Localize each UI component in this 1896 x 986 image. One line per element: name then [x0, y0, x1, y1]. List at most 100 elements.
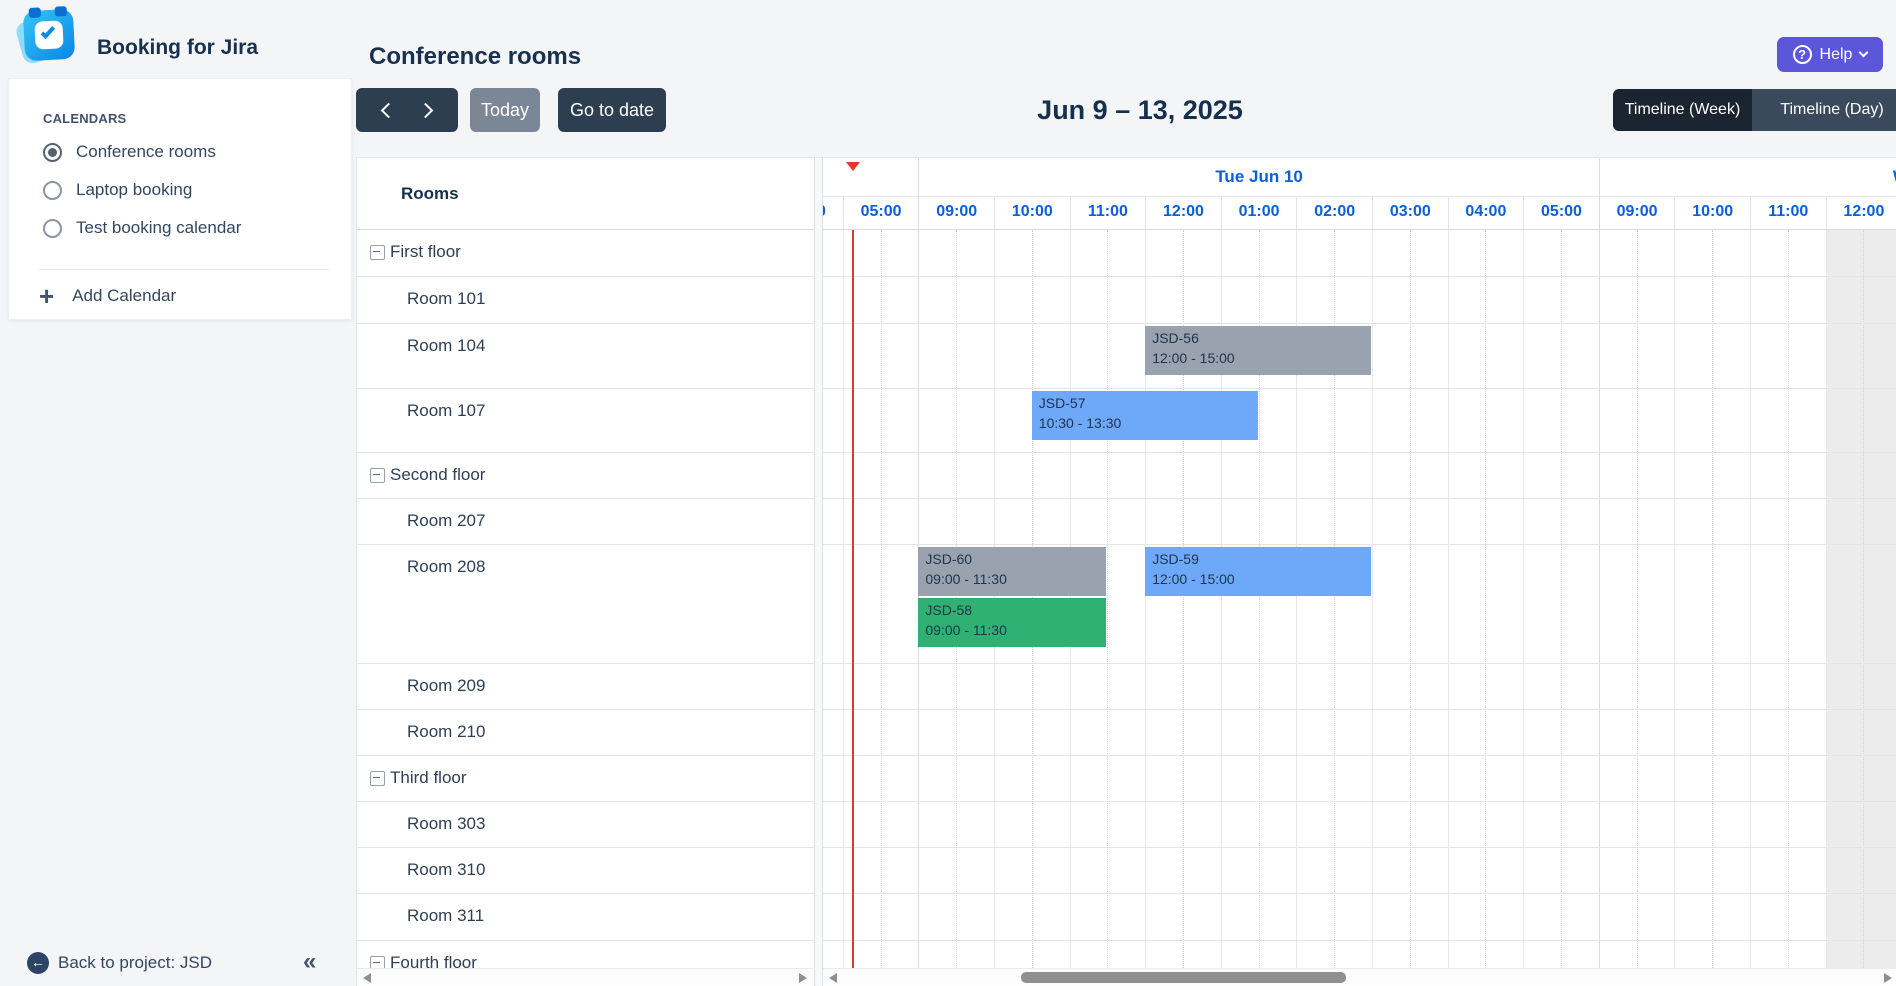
event-time: 12:00 - 15:00	[1152, 571, 1235, 587]
hour-label: 09:00	[919, 203, 994, 221]
room-row-room-101[interactable]: Room 101	[357, 277, 814, 324]
timeline-row-room-104[interactable]: JSD-5612:00 - 15:00	[823, 324, 1896, 389]
timeline-row-second-floor[interactable]	[823, 453, 1896, 499]
timeline-row-room-107[interactable]: JSD-5710:30 - 13:30	[823, 389, 1896, 453]
hour-header-cell: 09:00	[918, 196, 994, 230]
event-jsd-58[interactable]: JSD-5809:00 - 11:30	[918, 598, 1106, 647]
collapse-group-icon[interactable]	[370, 771, 385, 786]
hour-label: 11:00	[1071, 203, 1146, 221]
timeline-row-room-101[interactable]	[823, 277, 1896, 324]
event-jsd-57[interactable]: JSD-5710:30 - 13:30	[1032, 391, 1258, 440]
sidebar-divider	[39, 269, 329, 270]
event-id: JSD-60	[925, 550, 1099, 570]
room-row-room-210[interactable]: Room 210	[357, 710, 814, 756]
today-button[interactable]: Today	[470, 88, 540, 132]
scroll-left-icon[interactable]	[829, 973, 837, 983]
group-row-first-floor[interactable]: First floor	[357, 230, 814, 277]
room-label: Room 209	[407, 676, 485, 696]
hour-header-cell: 11:00	[1070, 196, 1146, 230]
calendar-list: Conference rooms Laptop booking Test booki…	[9, 133, 351, 247]
view-button-week[interactable]: Timeline (Week)	[1613, 89, 1752, 131]
go-to-date-button[interactable]: Go to date	[558, 88, 666, 132]
calendar-option-1[interactable]: Laptop booking	[9, 171, 351, 209]
timeline-row-room-210[interactable]	[823, 710, 1896, 756]
timeline-calendar: Rooms First floor Room 101 Room 104 Room 10…	[356, 157, 1896, 986]
hour-label: 05:00	[1524, 203, 1599, 221]
back-to-project-link[interactable]: Back to project: JSD	[58, 953, 212, 973]
plus-icon: +	[39, 286, 54, 306]
radio-icon[interactable]	[43, 143, 62, 162]
room-row-room-107[interactable]: Room 107	[357, 389, 814, 453]
collapse-group-icon[interactable]	[370, 245, 385, 260]
room-row-room-303[interactable]: Room 303	[357, 802, 814, 848]
next-button[interactable]	[418, 102, 434, 118]
radio-icon[interactable]	[43, 181, 62, 200]
event-id: JSD-58	[925, 601, 1099, 621]
room-row-room-104[interactable]: Room 104	[357, 324, 814, 389]
hour-header-cell: 12:00	[1826, 196, 1896, 230]
room-row-room-208[interactable]: Room 208	[357, 545, 814, 664]
event-jsd-60[interactable]: JSD-6009:00 - 11:30	[918, 547, 1106, 596]
app-logo-icon	[22, 8, 76, 62]
back-arrow-icon[interactable]: ←	[27, 952, 49, 974]
hour-header-cell: 10:00	[1674, 196, 1750, 230]
hour-label: 02:00	[1297, 203, 1372, 221]
timeline-horizontal-scrollbar[interactable]	[823, 968, 1896, 985]
calendar-option-2[interactable]: Test booking calendar	[9, 209, 351, 247]
rooms-panel: Rooms First floor Room 101 Room 104 Room 10…	[357, 158, 814, 986]
scroll-right-icon[interactable]	[1884, 973, 1892, 983]
timeline-row-third-floor[interactable]	[823, 756, 1896, 802]
group-row-third-floor[interactable]: Third floor	[357, 756, 814, 802]
event-time: 10:30 - 13:30	[1039, 415, 1122, 431]
timeline-row-room-207[interactable]	[823, 499, 1896, 545]
room-row-room-207[interactable]: Room 207	[357, 499, 814, 545]
prev-button[interactable]	[381, 102, 397, 118]
event-jsd-59[interactable]: JSD-5912:00 - 15:00	[1145, 547, 1371, 596]
timeline-row-room-209[interactable]	[823, 664, 1896, 710]
room-row-room-311[interactable]: Room 311	[357, 894, 814, 941]
event-jsd-56[interactable]: JSD-5612:00 - 15:00	[1145, 326, 1371, 375]
group-row-second-floor[interactable]: Second floor	[357, 453, 814, 499]
collapse-sidebar-button[interactable]: «	[303, 948, 316, 976]
calendar-option-0[interactable]: Conference rooms	[9, 133, 351, 171]
hour-header-cell: 11:00	[1750, 196, 1826, 230]
scroll-right-icon[interactable]	[799, 973, 807, 983]
room-label: Room 310	[407, 860, 485, 880]
view-button-day[interactable]: Timeline (Day)	[1752, 89, 1896, 131]
hour-header-cell: 01:00	[1221, 196, 1297, 230]
hour-header-cell: 05:00	[843, 196, 919, 230]
rooms-horizontal-scrollbar[interactable]	[357, 968, 813, 985]
timeline-row-first-floor[interactable]	[823, 230, 1896, 277]
timeline-row-room-311[interactable]	[823, 894, 1896, 941]
hour-header-cell: 10:00	[994, 196, 1070, 230]
calendar-option-label: Laptop booking	[76, 180, 192, 200]
hour-label: 09:00	[1600, 203, 1675, 221]
chevron-down-icon	[1859, 48, 1869, 58]
room-label: Room 104	[407, 336, 485, 356]
timeline-row-room-303[interactable]	[823, 802, 1896, 848]
add-calendar-label: Add Calendar	[72, 286, 176, 306]
now-line	[852, 230, 854, 970]
radio-icon[interactable]	[43, 219, 62, 238]
hour-label: 10:00	[1675, 203, 1750, 221]
panel-divider-scrollbar[interactable]	[814, 158, 823, 986]
room-row-room-209[interactable]: Room 209	[357, 664, 814, 710]
help-label: Help	[1820, 46, 1853, 64]
hour-label: 12:00	[1146, 203, 1221, 221]
hour-label: 04:00	[1449, 203, 1524, 221]
hour-label: 10:00	[995, 203, 1070, 221]
hour-label: 12:00	[1827, 203, 1896, 221]
timeline-row-room-208[interactable]: JSD-6009:00 - 11:30JSD-5912:00 - 15:00JS…	[823, 545, 1896, 664]
rooms-column-header: Rooms	[357, 158, 814, 230]
scroll-left-icon[interactable]	[363, 973, 371, 983]
room-label: Room 303	[407, 814, 485, 834]
event-time: 09:00 - 11:30	[925, 622, 1006, 638]
help-button[interactable]: ? Help	[1777, 37, 1883, 72]
add-calendar-button[interactable]: + Add Calendar	[9, 277, 351, 315]
room-row-room-310[interactable]: Room 310	[357, 848, 814, 894]
collapse-group-icon[interactable]	[370, 468, 385, 483]
scrollbar-thumb[interactable]	[1021, 972, 1346, 983]
room-label: Room 101	[407, 289, 485, 309]
question-icon: ?	[1793, 45, 1812, 64]
timeline-row-room-310[interactable]	[823, 848, 1896, 894]
